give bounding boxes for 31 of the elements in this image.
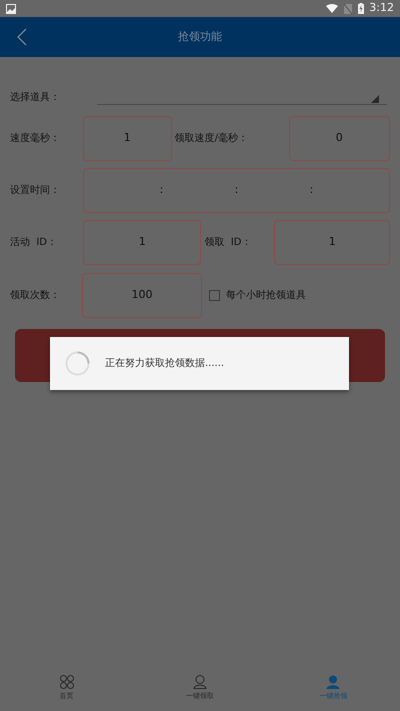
- field-label: 设置时间：: [10, 184, 61, 198]
- loading-message: 正在努力获取抢领数据......: [105, 356, 224, 371]
- battery-icon: [358, 3, 364, 14]
- wifi-icon: [326, 4, 338, 13]
- hourly-checkbox[interactable]: [209, 290, 220, 301]
- grid-icon: [60, 675, 74, 689]
- image-icon: [6, 4, 16, 14]
- person-icon: [326, 675, 340, 689]
- field-label: 活动 ID：: [10, 236, 58, 250]
- header-title: 抢领功能: [178, 28, 222, 45]
- status-time: 3:12: [369, 0, 394, 16]
- input-field[interactable]: 1: [83, 220, 202, 265]
- field-label: 领取 ID：: [204, 236, 252, 250]
- field-label: 速度毫秒：: [10, 132, 61, 146]
- dropdown-arrow-icon: [371, 95, 379, 103]
- time-field[interactable]: : : :: [83, 168, 390, 213]
- field-label: 领取次数：: [10, 289, 61, 303]
- field-label: 领取速度/毫秒：: [174, 132, 249, 146]
- no-sim-icon: [344, 4, 352, 14]
- back-icon: [17, 28, 27, 46]
- input-field[interactable]: 1: [274, 220, 390, 265]
- input-field[interactable]: 100: [82, 273, 202, 318]
- field-label: 选择道具：: [10, 90, 61, 104]
- time-separator: :: [160, 182, 164, 198]
- person-icon: [192, 675, 207, 689]
- time-separator: :: [310, 182, 314, 198]
- input-field[interactable]: 1: [83, 116, 172, 161]
- input-field[interactable]: 0: [288, 116, 390, 161]
- field-label: 每个小时抢领道具: [226, 288, 306, 303]
- time-separator: :: [234, 182, 238, 198]
- loading-spinner-icon: [65, 351, 90, 376]
